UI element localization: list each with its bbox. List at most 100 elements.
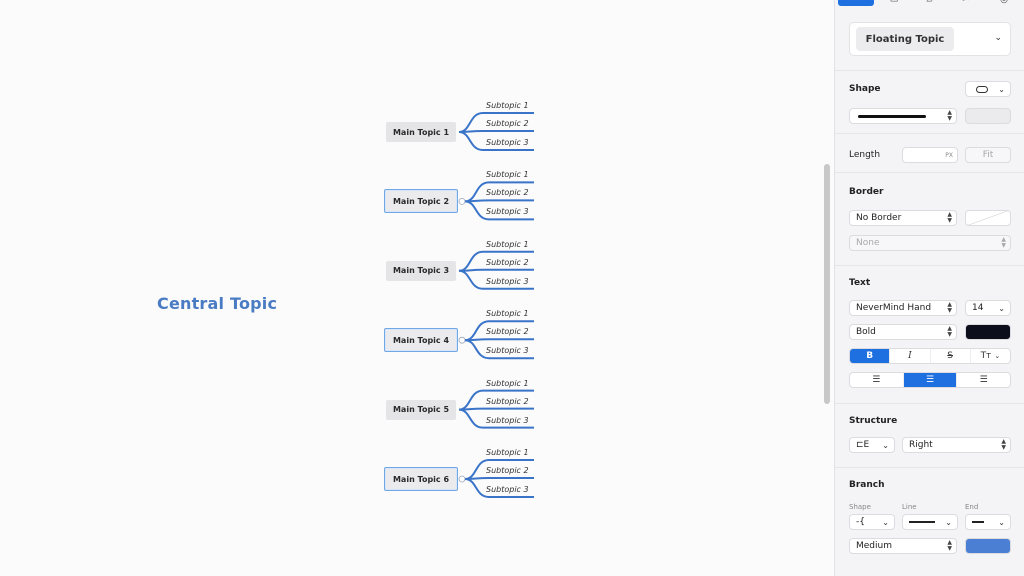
font-family-value: NeverMind Hand [856, 303, 932, 313]
strikethrough-button[interactable]: S [931, 349, 971, 363]
canvas-scrollbar[interactable] [824, 164, 830, 404]
subtopic[interactable]: Subtopic 2 [486, 327, 529, 336]
branch-line [464, 199, 534, 203]
subtopic[interactable]: Subtopic 3 [486, 207, 529, 216]
bold-button[interactable]: B [850, 349, 891, 363]
line-end-icon [972, 521, 984, 523]
branch-line-label: Line [902, 503, 917, 511]
branch-shape-label: Shape [849, 503, 871, 511]
subtopic[interactable]: Subtopic 3 [486, 416, 529, 425]
align-center-button[interactable]: ☰ [903, 373, 958, 387]
main-topic[interactable]: Main Topic 6 [384, 467, 458, 491]
subtopic[interactable]: Subtopic 1 [486, 448, 529, 457]
italic-icon: I [908, 351, 912, 361]
outline-icon[interactable]: ✂ [959, 0, 973, 5]
chevron-down-icon: ⌄ [998, 304, 1005, 313]
topic-style-selector[interactable]: Floating Topic ⌄ [849, 22, 1011, 56]
font-weight-value: Bold [856, 327, 876, 337]
section-divider [835, 403, 1024, 404]
fit-button[interactable]: Fit [965, 147, 1011, 163]
branch-line [464, 338, 534, 342]
notes-icon[interactable]: ◎ [997, 0, 1011, 5]
line-preview [858, 114, 926, 118]
up-down-icon: ▲ ▼ [947, 301, 952, 314]
border-section-title: Border [849, 187, 884, 197]
up-down-icon: ▲ ▼ [947, 325, 952, 338]
align-left-button[interactable]: ☰ [850, 373, 904, 387]
font-weight-select[interactable]: Bold ▲ ▼ [849, 324, 957, 340]
border-style-select[interactable]: No Border ▲ ▼ [849, 210, 957, 226]
subtopic[interactable]: Subtopic 2 [486, 397, 529, 406]
map-style-icon[interactable]: ▭ [887, 0, 901, 5]
main-topic[interactable]: Main Topic 2 [384, 189, 458, 214]
subtopic[interactable]: Subtopic 3 [486, 485, 529, 494]
text-case-button[interactable]: Tт ⌄ [971, 349, 1010, 363]
main-topic[interactable]: Main Topic 1 [386, 122, 456, 142]
up-down-icon: ▲ ▼ [1001, 236, 1006, 249]
subtopic[interactable]: Subtopic 3 [486, 138, 529, 147]
branch-line [458, 268, 534, 272]
line-style-select[interactable]: ▲ ▼ [849, 108, 957, 124]
text-color-swatch[interactable] [965, 324, 1011, 340]
chevron-down-icon: ⌄ [994, 33, 1002, 43]
style-tab[interactable] [838, 0, 874, 6]
main-topic[interactable]: Main Topic 3 [386, 260, 456, 281]
subtopic[interactable]: Subtopic 1 [486, 101, 529, 110]
subtopic[interactable]: Subtopic 2 [486, 258, 529, 267]
shape-fill-color[interactable] [965, 108, 1011, 124]
chevron-down-icon: ⌄ [882, 518, 889, 527]
subtopic[interactable]: Subtopic 1 [486, 240, 529, 249]
border-width-value: None [856, 238, 880, 248]
align-left-icon: ☰ [872, 375, 881, 385]
branch-line [458, 407, 534, 411]
up-down-icon: ▲ ▼ [947, 539, 952, 552]
icons-tab-icon[interactable]: ▱ [923, 0, 937, 5]
branch-thickness-select[interactable]: Medium ▲ ▼ [849, 538, 957, 554]
branch-end-select[interactable]: ⌄ [965, 514, 1011, 530]
main-topic[interactable]: Main Topic 5 [386, 399, 456, 420]
subtopic[interactable]: Subtopic 1 [486, 379, 529, 388]
subtopic[interactable]: Subtopic 2 [486, 188, 529, 197]
line-preview [909, 521, 935, 523]
branch-line-select[interactable]: ⌄ [902, 514, 958, 530]
subtopic[interactable]: Subtopic 3 [486, 277, 529, 286]
chevron-down-icon: ⌄ [994, 352, 1001, 360]
central-topic[interactable]: Central Topic [157, 294, 277, 313]
mind-map-canvas[interactable]: Central Topic Main Topic 1 Subtopic 1 Subt… [0, 0, 822, 576]
main-topic[interactable]: Main Topic 4 [384, 328, 458, 353]
collapse-toggle[interactable] [458, 197, 466, 205]
section-divider [835, 70, 1024, 71]
panel-toolbar: ▭ ▱ ✂ ◎ [835, 0, 1024, 8]
branch-color-swatch[interactable] [965, 538, 1011, 554]
chevron-down-icon: ⌄ [945, 518, 952, 527]
border-width-select[interactable]: None ▲ ▼ [849, 235, 1011, 251]
subtopic[interactable]: Subtopic 1 [486, 309, 529, 318]
border-color-swatch[interactable] [965, 210, 1011, 226]
branch-section-title: Branch [849, 480, 885, 490]
branch-end-label: End [965, 503, 979, 511]
collapse-toggle[interactable] [458, 475, 466, 483]
chevron-down-icon: ⌄ [882, 441, 889, 450]
align-right-button[interactable]: ☰ [957, 373, 1010, 387]
branch-thickness-value: Medium [856, 541, 892, 551]
text-case-icon: Tт [980, 351, 992, 361]
subtopic[interactable]: Subtopic 1 [486, 170, 529, 179]
italic-button[interactable]: I [890, 349, 931, 363]
section-divider [835, 133, 1024, 134]
structure-direction-select[interactable]: Right ▲ ▼ [902, 437, 1011, 453]
shape-picker[interactable]: ⌄ [965, 81, 1011, 97]
text-section-title: Text [849, 278, 871, 288]
collapse-toggle[interactable] [458, 336, 466, 344]
length-input[interactable]: PX [902, 147, 958, 163]
subtopic[interactable]: Subtopic 2 [486, 119, 529, 128]
structure-type-select[interactable]: ⊏Ε ⌄ [849, 437, 895, 453]
subtopic[interactable]: Subtopic 2 [486, 466, 529, 475]
font-size-select[interactable]: 14 ⌄ [965, 300, 1011, 316]
length-label: Length [849, 150, 881, 160]
branch-shape-select[interactable]: -{ ⌄ [849, 514, 895, 530]
branch-curve-icon: -{ [856, 517, 865, 527]
format-panel: ▭ ▱ ✂ ◎ Floating Topic ⌄ Shape ⌄ ▲ ▼ Leng… [834, 0, 1024, 576]
font-family-select[interactable]: NeverMind Hand ▲ ▼ [849, 300, 957, 316]
subtopic[interactable]: Subtopic 3 [486, 346, 529, 355]
topic-style-name: Floating Topic [856, 27, 954, 51]
